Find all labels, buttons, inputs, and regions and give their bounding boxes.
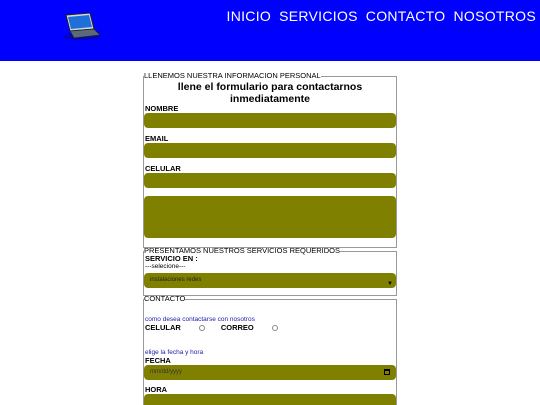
calendar-icon[interactable] xyxy=(384,369,390,375)
form-title: llene el formulario para contactarnos in… xyxy=(177,81,363,105)
email-input[interactable] xyxy=(144,143,396,158)
main-nav: INICIO SERVICIOS CONTACTO NOSOTROS xyxy=(227,8,537,24)
services-fieldset: PRESENTAMOS NUESTROS SERVICIOS REQUERIDO… xyxy=(143,247,397,296)
correo-radio[interactable] xyxy=(271,325,278,331)
personal-info-legend: LLENEMOS NUESTRA INFORMACION PERSONAL xyxy=(144,71,321,80)
nav-contacto[interactable]: CONTACTO xyxy=(366,8,446,24)
personal-info-fieldset: LLENEMOS NUESTRA INFORMACION PERSONAL ll… xyxy=(143,72,397,248)
correo-option-label: CORREO xyxy=(220,323,254,332)
servicio-select[interactable]: instalaciones redes ▼ xyxy=(144,273,396,288)
nav-inicio[interactable]: INICIO xyxy=(227,8,272,24)
message-textarea[interactable] xyxy=(144,196,396,238)
contact-fieldset: CONTACTO como desea contactarse con noso… xyxy=(143,295,397,405)
servicio-label: SERVICIO EN : xyxy=(145,254,198,263)
nombre-label: NOMBRE xyxy=(145,104,179,113)
nav-servicios[interactable]: SERVICIOS xyxy=(279,8,358,24)
fecha-label: FECHA xyxy=(145,356,171,365)
hora-label: HORA xyxy=(145,385,168,394)
celular-label: CELULAR xyxy=(145,164,181,173)
contact-legend: CONTACTO xyxy=(144,294,186,303)
celular-input[interactable] xyxy=(144,173,396,188)
fecha-placeholder: mm/dd/yyyy xyxy=(150,369,183,375)
email-label: EMAIL xyxy=(145,134,169,143)
celular-radio[interactable] xyxy=(198,325,205,331)
contact-prompt: como desea contactarse con nosotros xyxy=(145,316,255,323)
laptop-icon[interactable] xyxy=(60,11,102,41)
nombre-input[interactable] xyxy=(144,113,396,128)
fecha-input[interactable]: mm/dd/yyyy xyxy=(144,365,396,380)
celular-option-label: CELULAR xyxy=(145,323,181,332)
servicio-placeholder: ---selecione--- xyxy=(145,263,186,270)
chevron-down-icon: ▼ xyxy=(387,281,393,287)
hora-input[interactable] xyxy=(144,394,396,405)
fecha-prompt: elige la fecha y hora xyxy=(145,349,204,356)
top-navbar: INICIO SERVICIOS CONTACTO NOSOTROS xyxy=(0,0,540,61)
nav-nosotros[interactable]: NOSOTROS xyxy=(453,8,536,24)
servicio-selected-value: instalaciones redes xyxy=(150,277,202,283)
contact-method-row: CELULAR CORREO xyxy=(144,324,396,332)
